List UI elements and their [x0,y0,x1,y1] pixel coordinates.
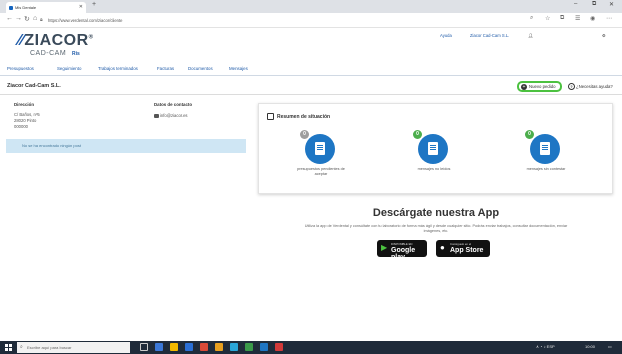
nav-mensajes[interactable]: Mensajes [229,66,248,71]
translate-icon[interactable]: ⌕ [530,15,533,22]
taskbar: ⌕ Escribe aquí para buscar ∧ ◔ ♪ ESP 10:… [0,341,622,354]
extensions-icon[interactable]: ⧉ [560,15,564,22]
nav-presupuestos[interactable]: Presupuestos [7,66,34,71]
info-bar: No se ha encontrado ningún post [6,139,246,153]
home-icon[interactable]: ⌂ [33,15,37,22]
minimize-icon[interactable]: – [574,1,577,7]
address-line: 28020 Pinto [14,118,37,123]
notifications-icon[interactable]: ▭ [608,344,612,349]
nav-trabajos-terminados[interactable]: Trabajos terminados [98,66,138,71]
app-icon[interactable] [230,343,238,351]
count-badge: 0 [525,130,534,139]
app-promo-title: Descárgate nuestra App [372,207,500,219]
email-icon [154,113,159,118]
nav-facturas[interactable]: Facturas [157,66,174,71]
app-icon[interactable] [275,343,283,351]
account-menu[interactable]: Ziacor Cad-Cam S.L. [470,33,509,38]
help-button[interactable]: ? ¿Necesitas ayuda? [568,83,613,91]
close-tab-icon[interactable]: ✕ [79,2,83,13]
system-tray[interactable]: ∧ ◔ ♪ ESP [536,344,555,349]
taskbar-search[interactable]: ⌕ Escribe aquí para buscar [17,342,130,353]
calendar-icon [267,113,274,120]
stat-label: mensajes no leídos [417,167,451,171]
bookmark-icon[interactable]: ☆ [545,15,550,22]
app-icon[interactable] [215,343,223,351]
stat-label: mensajes sin contestar [526,167,566,171]
app-icon[interactable] [245,343,253,351]
reload-icon[interactable]: ↻ [24,15,30,23]
help-link[interactable]: Ayuda [440,33,452,38]
new-order-button[interactable]: + Nuevo pedido [517,81,562,92]
google-play-button[interactable]: ▶ DISPONIBLE EN Google play [377,240,427,261]
browser-tab[interactable]: Mis Dentale ✕ [6,2,86,13]
stat-label: presupuestos pendientes de aceptar [297,167,345,176]
app-icon[interactable] [260,343,268,351]
address-line: 000000 [14,124,28,129]
site-favicon-icon [9,5,13,10]
apple-icon: ● [440,243,445,252]
forward-icon[interactable]: → [15,15,22,22]
main-navigation: Presupuestos Seguimiento Trabajos termin… [0,64,622,76]
tab-title: Mis Dentale [15,5,37,10]
summary-card: Resumen de situación 0 presupuestos pend… [258,103,613,194]
back-icon[interactable]: ← [6,15,13,22]
google-play-icon: ▶ [381,243,388,252]
direccion-label: Dirección [14,102,35,107]
count-badge: 0 [413,130,422,139]
app-promo-description: Utiliza la app de Verdental y consúltate… [304,224,568,233]
count-badge: 0 [300,130,309,139]
company-name: Ziacor Cad-Cam S.L. [7,83,61,89]
contacto-label: Datos de contacto [154,102,193,107]
close-window-icon[interactable]: ✕ [609,1,614,8]
maximize-icon[interactable]: ⧉ [592,1,596,8]
nav-documentos[interactable]: Documentos [188,66,213,71]
question-icon: ? [568,83,575,90]
company-header: Ziacor Cad-Cam S.L. + Nuevo pedido ? ¿Ne… [0,79,622,95]
settings-icon[interactable]: ⚙ [602,33,606,38]
plus-icon: + [521,83,527,90]
new-tab-icon[interactable]: + [92,1,96,8]
address-line: C/ Baños, nº5 [14,112,40,117]
store-icon[interactable] [185,343,193,351]
edge-icon[interactable] [155,343,163,351]
user-icon[interactable]: 👤︎ [528,33,533,39]
lock-icon: 🔒︎ [40,17,43,23]
task-view-icon[interactable] [140,343,148,351]
partner-logo: Ris [72,51,80,57]
collections-icon[interactable]: ☰ [575,15,580,22]
clock[interactable]: 10:00 [585,344,595,349]
windows-start-icon[interactable] [5,344,12,351]
browser-tab-bar: Mis Dentale ✕ + – ⧉ ✕ [0,0,622,13]
summary-title: Resumen de situación [277,114,331,120]
nav-seguimiento[interactable]: Seguimiento [57,66,81,71]
url-field[interactable]: https://www.verdental.com/ziacor/cliente [48,16,408,25]
menu-icon[interactable]: ⋯ [606,15,612,22]
ziacor-logo[interactable]: ∕∕ZIACOR® [18,32,94,50]
address-bar: ← → ↻ ⌂ 🔒︎ https://www.verdental.com/zia… [0,13,622,28]
contact-email[interactable]: info@ziacor.es [154,113,188,118]
logo-subtitle: CAD-CAM [30,50,67,57]
site-header: ∕∕ZIACOR® CAD-CAM Ris Ayuda Ziacor Cad-C… [0,28,622,64]
search-icon: ⌕ [20,344,23,350]
app-icon[interactable] [200,343,208,351]
file-explorer-icon[interactable] [170,343,178,351]
app-store-button[interactable]: ● Consíguelo en el App Store [436,240,490,257]
profile-icon[interactable]: ◉ [590,15,595,22]
